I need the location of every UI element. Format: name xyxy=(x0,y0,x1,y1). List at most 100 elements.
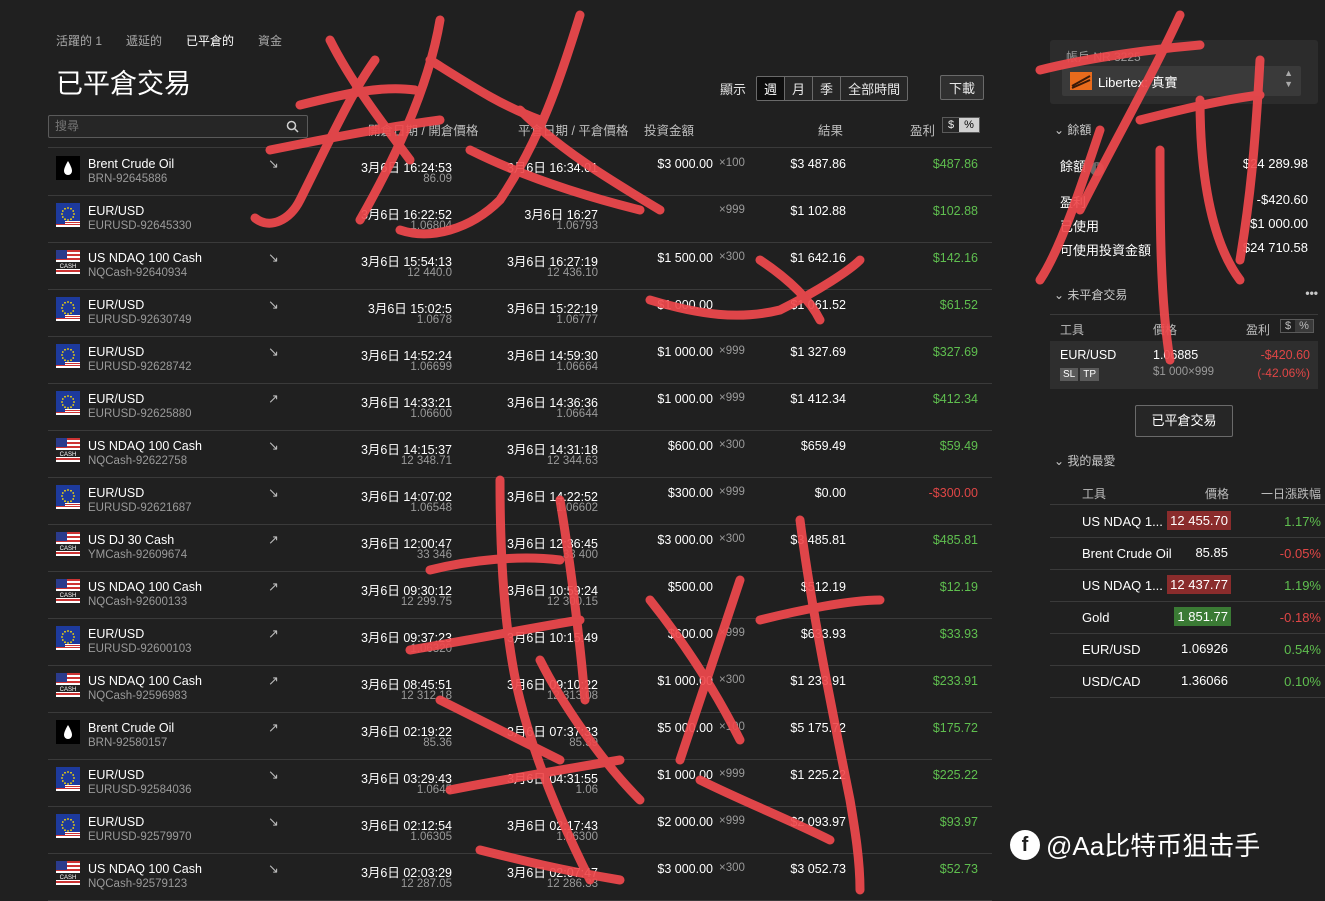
instrument-name: US NDAQ 100 Cash xyxy=(88,862,202,876)
tab-pending[interactable]: 遞延的 xyxy=(126,32,162,49)
trade-id: EURUSD-92600103 xyxy=(88,643,192,655)
stop-loss-badge[interactable]: SL xyxy=(1060,368,1079,381)
col-result[interactable]: 結果 xyxy=(818,120,843,139)
col-open[interactable]: 開倉日期 / 開倉價格 xyxy=(368,120,478,139)
table-row[interactable]: CASH US NDAQ 100 Cash NQCash-92596983 ↗ 3月6日… xyxy=(48,665,992,713)
period-segment: 週 月 季 全部時間 xyxy=(756,76,909,101)
svg-text:CASH: CASH xyxy=(60,687,77,693)
table-row[interactable]: EUR/USD EURUSD-92584036 ↘ 3月6日 03:29:43 1.06… xyxy=(48,759,992,807)
favorite-price: 85.85 xyxy=(1195,545,1228,560)
period-all-button[interactable]: 全部時間 xyxy=(840,77,908,100)
table-row[interactable]: CASH US NDAQ 100 Cash NQCash-92600133 ↗ 3月6日… xyxy=(48,571,992,619)
pl-percent-toggle[interactable]: % xyxy=(959,118,979,132)
favorite-name: Brent Crude Oil xyxy=(1082,546,1172,561)
balance-label: 餘額 i xyxy=(1060,156,1104,176)
open-price: 12 287.05 xyxy=(400,878,452,890)
period-quarter-button[interactable]: 季 xyxy=(812,77,841,100)
col-invest[interactable]: 投資金額 xyxy=(644,120,694,139)
instrument-name: EUR/USD xyxy=(88,486,145,500)
table-row[interactable]: CASH US DJ 30 Cash YMCash-92609674 ↗ 3月6日 12… xyxy=(48,524,992,572)
open-dollar-toggle[interactable]: $ xyxy=(1281,320,1295,332)
open-trades-title: 未平倉交易 xyxy=(1067,288,1128,302)
tab-closed[interactable]: 已平倉的 xyxy=(186,32,234,49)
table-row[interactable]: CASH US NDAQ 100 Cash NQCash-92640934 ↘ 3月6日… xyxy=(48,242,992,290)
tab-active[interactable]: 活躍的 1 xyxy=(56,32,102,49)
favorite-row[interactable]: Brent Crude Oil 85.85 -0.05% xyxy=(1050,538,1325,570)
pl-value: $142.16 xyxy=(932,251,978,265)
table-row[interactable]: CASH US NDAQ 100 Cash NQCash-92622758 ↘ 3月6日… xyxy=(48,430,992,478)
col-close[interactable]: 平倉日期 / 平倉價格 xyxy=(518,120,628,139)
invest-amount: $1 000.00 xyxy=(657,674,713,688)
table-row[interactable]: CASH US NDAQ 100 Cash NQCash-92579123 ↘ 3月6日… xyxy=(48,853,992,901)
favorite-row[interactable]: USD/CAD 1.36066 0.10% xyxy=(1050,666,1325,698)
chevron-down-icon: ⌄ xyxy=(1054,288,1065,302)
favorite-row[interactable]: US NDAQ 1... 12 455.70 1.17% xyxy=(1050,506,1325,538)
pl-unit-toggle: $ % xyxy=(942,117,980,133)
invest-amount: $1 000.00 xyxy=(657,345,713,359)
pl-value: $93.97 xyxy=(939,815,978,829)
open-trade-name: EUR/USD xyxy=(1060,348,1117,362)
open-trade-row[interactable]: EUR/USD SL TP 1.06885 $1 000×999 -$420.60… xyxy=(1050,341,1318,389)
balance-row: 餘額 i $24 289.98 xyxy=(1060,156,1308,176)
pl-value: $59.49 xyxy=(939,439,978,453)
favorite-change: 0.54% xyxy=(1284,642,1321,657)
trade-id: EURUSD-92584036 xyxy=(88,784,192,796)
favorite-change: 0.10% xyxy=(1284,674,1321,689)
table-row[interactable]: EUR/USD EURUSD-92628742 ↘ 3月6日 14:52:24 1.06… xyxy=(48,336,992,384)
trade-id: EURUSD-92645330 xyxy=(88,220,192,232)
table-row[interactable]: Brent Crude Oil BRN-92580157 ↗ 3月6日 02:19:2… xyxy=(48,712,992,760)
pl-value: $485.81 xyxy=(932,533,978,547)
trade-id: EURUSD-92628742 xyxy=(88,361,192,373)
take-profit-badge[interactable]: TP xyxy=(1080,368,1100,381)
result-value: $0.00 xyxy=(814,486,846,500)
svg-text:CASH: CASH xyxy=(60,875,77,881)
more-icon[interactable]: ••• xyxy=(1305,286,1318,300)
period-week-button[interactable]: 週 xyxy=(757,77,785,100)
info-icon[interactable]: i xyxy=(1089,162,1104,176)
favorite-row[interactable]: EUR/USD 1.06926 0.54% xyxy=(1050,634,1325,666)
open-col-price: 價格 xyxy=(1153,323,1178,337)
download-button[interactable]: 下載 xyxy=(940,75,985,100)
favorites-section-header[interactable]: ⌄ 我的最愛 xyxy=(1054,452,1115,469)
favorite-row[interactable]: Gold 1 851.77 -0.18% xyxy=(1050,602,1325,634)
leverage: ×300 xyxy=(719,439,745,451)
table-row[interactable]: EUR/USD EURUSD-92625880 ↗ 3月6日 14:33:21 1.06… xyxy=(48,383,992,431)
table-row[interactable]: EUR/USD EURUSD-92621687 ↘ 3月6日 14:07:02 1.06… xyxy=(48,477,992,525)
balance-section-header[interactable]: ⌄ 餘額 xyxy=(1054,121,1091,138)
favorite-name: EUR/USD xyxy=(1082,642,1141,657)
leverage: ×999 xyxy=(719,486,745,498)
pl-value: -$300.00 xyxy=(928,486,978,500)
table-row[interactable]: EUR/USD EURUSD-92579970 ↘ 3月6日 02:12:54 1.06… xyxy=(48,806,992,854)
account-selector[interactable]: Libertex: 真實 ▲ ▼ xyxy=(1062,66,1301,96)
eu-flag-icon xyxy=(56,626,80,650)
search-input[interactable] xyxy=(49,116,281,135)
tab-funds[interactable]: 資金 xyxy=(258,32,282,49)
leverage: ×100 xyxy=(719,157,745,169)
closed-trades-button[interactable]: 已平倉交易 xyxy=(1135,405,1233,437)
table-row[interactable]: Brent Crude Oil BRN-92645886 ↘ 3月6日 16:24:5… xyxy=(48,148,992,196)
open-price: 1.0678 xyxy=(416,314,452,326)
close-price: 12 436.10 xyxy=(546,267,598,279)
watermark: f @Aa比特币狙击手 xyxy=(1010,826,1260,863)
search-icon[interactable] xyxy=(286,120,299,133)
pl-dollar-toggle[interactable]: $ xyxy=(943,118,960,132)
result-value: $1 233.91 xyxy=(790,674,846,688)
pl-value: $61.52 xyxy=(939,298,978,312)
favorite-row[interactable]: US NDAQ 1... 12 437.77 1.19% xyxy=(1050,570,1325,602)
invest-amount: $1 500.00 xyxy=(657,251,713,265)
open-trades-section-header[interactable]: ⌄ 未平倉交易 ••• xyxy=(1054,286,1322,303)
period-month-button[interactable]: 月 xyxy=(784,77,813,100)
table-row[interactable]: EUR/USD EURUSD-92630749 ↘ 3月6日 15:02:5 1.067… xyxy=(48,289,992,337)
open-price: 1.06600 xyxy=(410,408,452,420)
close-price: 1.06300 xyxy=(556,831,598,843)
open-percent-toggle[interactable]: % xyxy=(1295,320,1313,332)
col-pl[interactable]: 盈利 xyxy=(910,120,935,139)
table-row[interactable]: EUR/USD EURUSD-92600103 ↗ 3月6日 09:37:23 1.06… xyxy=(48,618,992,666)
favorite-change: 1.17% xyxy=(1284,514,1321,529)
pl-value: $33.93 xyxy=(939,627,978,641)
available-value: $24 710.58 xyxy=(1242,240,1308,255)
instrument-name: US DJ 30 Cash xyxy=(88,533,175,547)
instrument-name: EUR/USD xyxy=(88,392,145,406)
fav-col-price: 價格 xyxy=(1204,487,1229,501)
table-row[interactable]: EUR/USD EURUSD-92645330 3月6日 16:22:52 1.068… xyxy=(48,195,992,243)
